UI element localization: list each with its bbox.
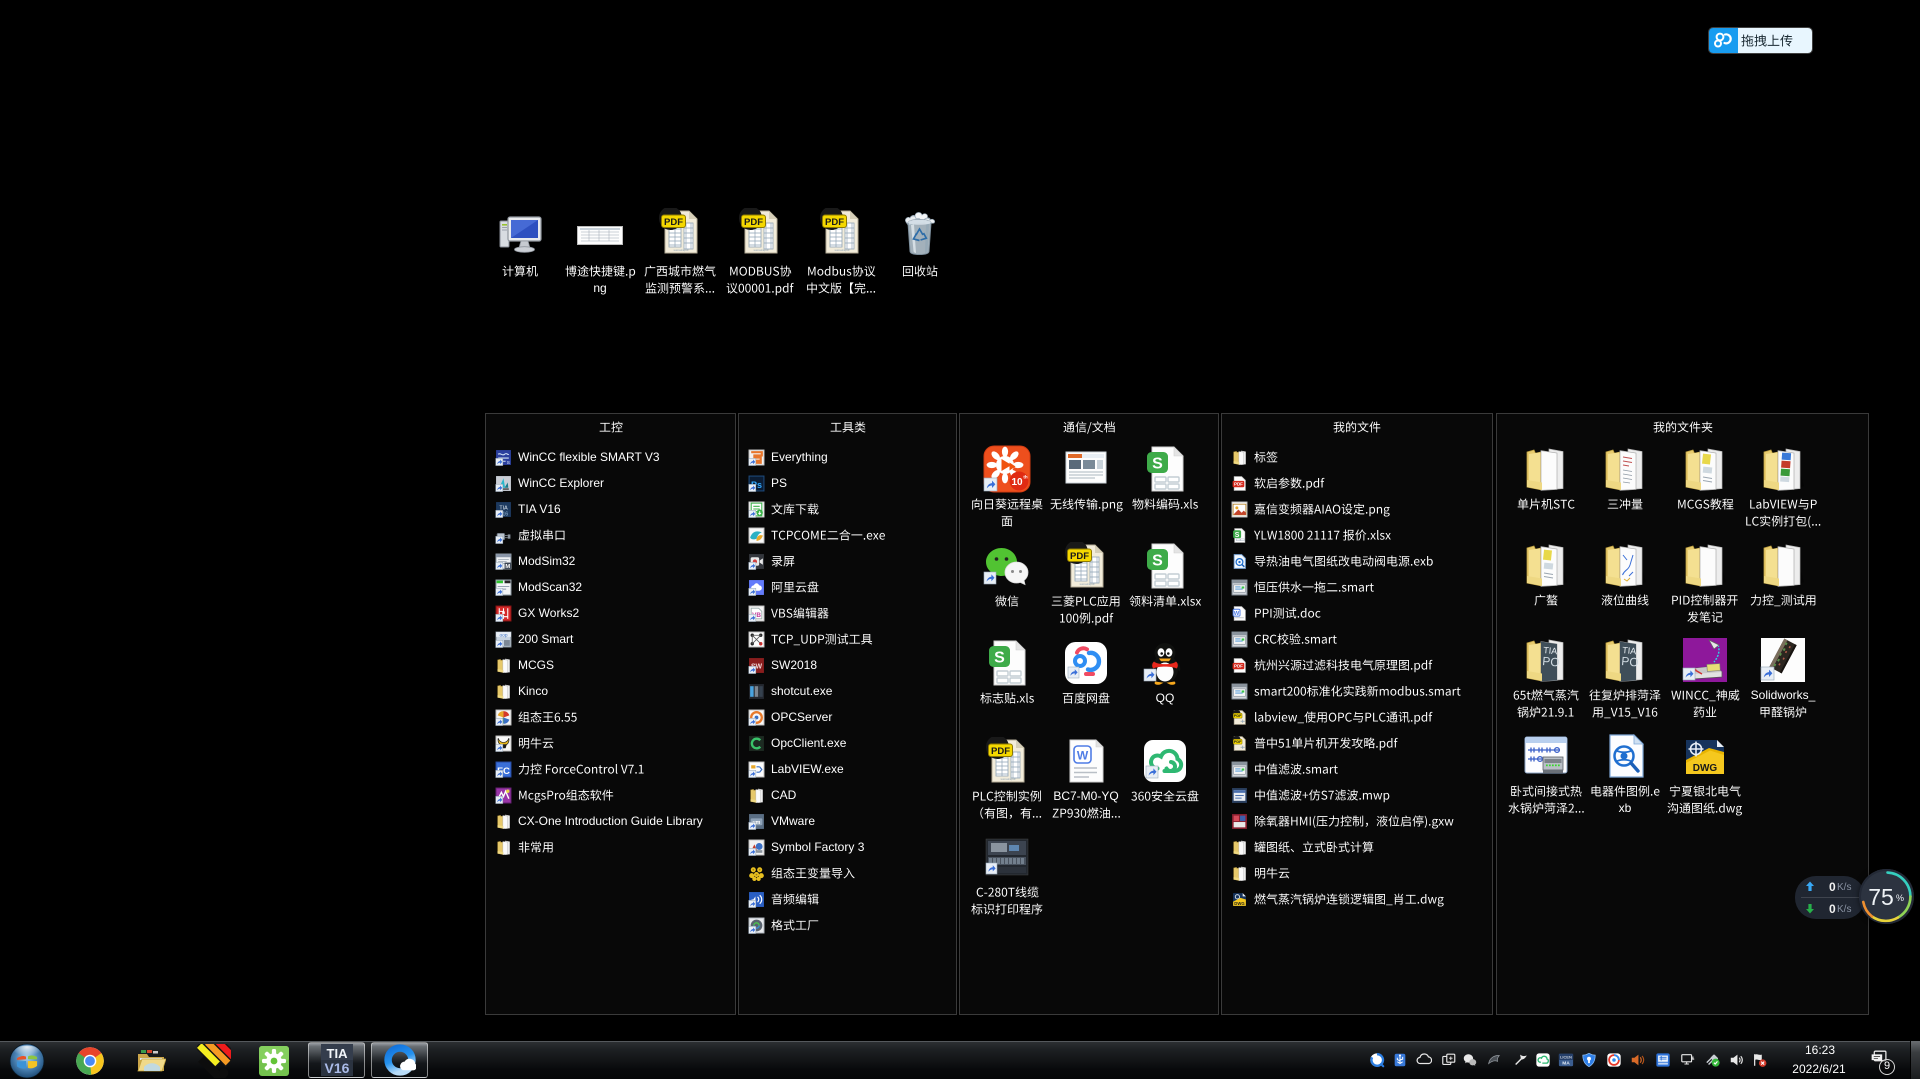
svg-text:MA: MA	[1562, 1060, 1570, 1066]
svg-text:LICEN: LICEN	[1560, 1055, 1572, 1060]
svg-text:PDF: PDF	[1234, 740, 1242, 744]
svg-text:sumatrapdf: sumatrapdf	[834, 248, 849, 252]
svg-text:PDF: PDF	[1070, 551, 1089, 562]
svg-text:PDF: PDF	[991, 746, 1010, 757]
svg-text:DWG: DWG	[1234, 900, 1245, 905]
svg-text:PDF: PDF	[1234, 714, 1242, 718]
svg-text:sumatrapdf: sumatrapdf	[1000, 777, 1015, 781]
svg-text:S: S	[507, 459, 510, 465]
svg-text:sumatrapdf: sumatrapdf	[1079, 582, 1094, 586]
svg-text:W: W	[1234, 610, 1240, 616]
svg-text:sumatrapdf: sumatrapdf	[753, 248, 768, 252]
svg-text:oop: oop	[500, 633, 508, 638]
svg-text:S: S	[1235, 531, 1240, 538]
svg-text:PDF: PDF	[825, 217, 844, 228]
svg-text:V16: V16	[325, 1060, 350, 1076]
svg-text:PDF: PDF	[744, 217, 763, 228]
svg-text:S: S	[1152, 553, 1163, 570]
svg-text:DWG: DWG	[1693, 763, 1718, 774]
svg-text:PO: PO	[1621, 654, 1639, 669]
svg-text:TIA: TIA	[327, 1046, 349, 1061]
svg-text:th: th	[1023, 475, 1027, 480]
svg-text:10: 10	[1011, 477, 1023, 488]
svg-text:sumatrapdf: sumatrapdf	[673, 248, 688, 252]
svg-text:PDF: PDF	[664, 217, 683, 228]
svg-text:M: M	[505, 564, 510, 570]
svg-text:PO: PO	[1542, 654, 1560, 669]
svg-text:S: S	[994, 650, 1005, 667]
svg-text:S: S	[1152, 456, 1163, 473]
svg-text:PDF: PDF	[1234, 663, 1243, 668]
svg-text:PDF: PDF	[1234, 481, 1243, 486]
svg-text:W: W	[1077, 749, 1089, 763]
